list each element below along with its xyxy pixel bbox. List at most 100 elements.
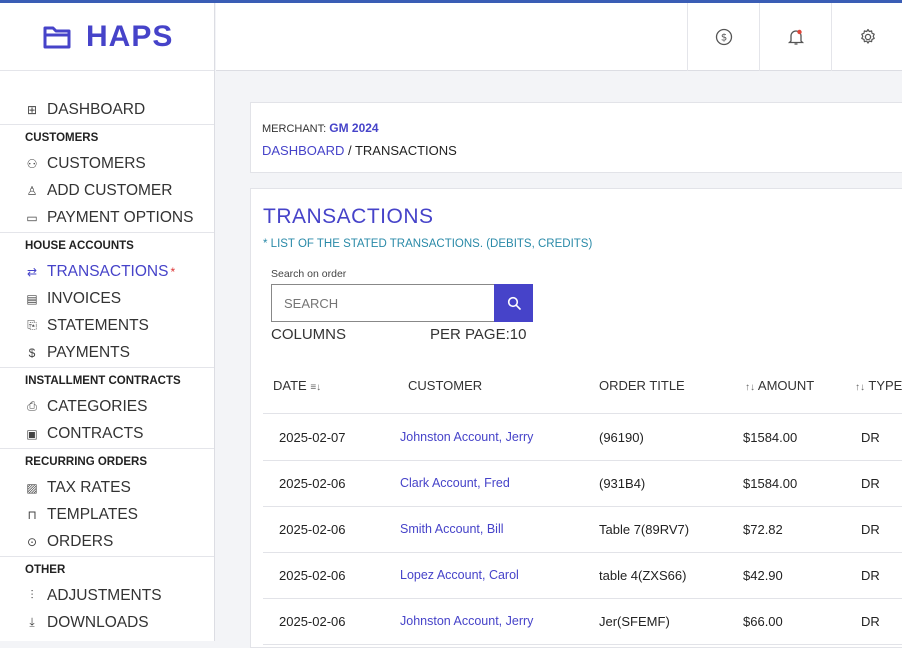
- sidebar-section-recurring-orders: RECURRING ORDERS: [0, 448, 214, 474]
- cell-customer[interactable]: Clark Account, Fred: [400, 476, 510, 490]
- sidebar-item-label: TAX RATES: [47, 478, 131, 496]
- sort-icon: ↑↓: [745, 382, 755, 393]
- tax-icon: ▨: [26, 480, 38, 495]
- gear-icon: [860, 28, 875, 44]
- merchant-card: MERCHANT: GM 2024 DASHBOARD / TRANSACTIO…: [250, 102, 902, 173]
- sidebar-item-templates[interactable]: ⊓ TEMPLATES: [0, 501, 214, 528]
- search-label: Search on order: [271, 268, 347, 280]
- dollar-icon: $: [28, 345, 36, 360]
- sidebar-item-payments[interactable]: $ PAYMENTS: [0, 339, 214, 366]
- notifications-button[interactable]: [759, 3, 831, 71]
- swap-icon: ⇄: [26, 264, 38, 279]
- sidebar-item-label: INVOICES: [47, 289, 122, 307]
- billing-button[interactable]: $: [687, 3, 759, 71]
- printer-icon: ⎙: [27, 399, 37, 413]
- sidebar-menu: ⊞ DASHBOARD CUSTOMERS ⚇ CUSTOMERS ♙ ADD CUSTOM…: [0, 96, 214, 636]
- sidebar-item-invoices[interactable]: ▤ INVOICES: [0, 285, 214, 312]
- sidebar-item-downloads[interactable]: ⤓ DOWNLOADS: [0, 609, 214, 636]
- sidebar-item-categories[interactable]: ⎙ CATEGORIES: [0, 393, 214, 420]
- cell-customer[interactable]: Lopez Account, Carol: [400, 568, 519, 582]
- cell-type: DR: [861, 614, 880, 629]
- bookmark-icon: ⊓: [27, 507, 37, 522]
- breadcrumb: DASHBOARD / TRANSACTIONS: [262, 143, 457, 158]
- search-button[interactable]: [494, 284, 533, 322]
- cell-customer[interactable]: Smith Account, Bill: [400, 522, 504, 536]
- table-row[interactable]: 2025-02-06 Clark Account, Fred (931B4) $158…: [263, 461, 902, 507]
- breadcrumb-current: TRANSACTIONS: [354, 143, 457, 158]
- contract-icon: ▣: [26, 426, 38, 441]
- download-icon: ⤓: [29, 615, 35, 629]
- cell-date: 2025-02-07: [279, 430, 346, 445]
- sidebar-item-label: TEMPLATES: [47, 505, 139, 523]
- add-user-icon: ♙: [26, 183, 38, 198]
- cell-date: 2025-02-06: [279, 614, 346, 629]
- brand-name: HAPS: [86, 19, 174, 53]
- table-row[interactable]: 2025-02-06 Lopez Account, Carol table 4(ZX…: [263, 553, 902, 599]
- column-header-customer: CUSTOMER: [408, 378, 482, 393]
- sidebar-item-transactions[interactable]: ⇄ TRANSACTIONS *: [0, 258, 214, 285]
- table-header: DATE ≡↓ CUSTOMER ORDER TITLE ↑↓ AMOUNT ↑↓ TY…: [263, 361, 902, 414]
- cell-customer[interactable]: Johnston Account, Jerry: [400, 614, 533, 628]
- sidebar-section-installment-contracts: INSTALLMENT CONTRACTS: [0, 367, 214, 393]
- column-header-amount[interactable]: ↑↓ AMOUNT: [745, 378, 814, 393]
- cell-type: DR: [861, 430, 880, 445]
- cell-order: Jer(SFEMF): [599, 614, 670, 629]
- sidebar-item-payment-options[interactable]: ▭ PAYMENT OPTIONS: [0, 204, 214, 231]
- cell-amount: $1584.00: [743, 476, 798, 491]
- sidebar-item-label: PAYMENT OPTIONS: [47, 208, 194, 226]
- table-row[interactable]: 2025-02-06 Smith Account, Bill Table 7(89R…: [263, 507, 902, 553]
- sidebar-item-add-customer[interactable]: ♙ ADD CUSTOMER: [0, 177, 214, 204]
- active-marker: *: [170, 264, 176, 279]
- column-header-date[interactable]: DATE ≡↓: [273, 378, 321, 393]
- sidebar-item-adjustments[interactable]: ⫶ ADJUSTMENTS: [0, 582, 214, 609]
- cell-customer[interactable]: Johnston Account, Jerry: [400, 430, 533, 444]
- cell-order: (96190): [599, 430, 644, 445]
- breadcrumb-dashboard-link[interactable]: DASHBOARD: [262, 143, 344, 158]
- sidebar-item-dashboard[interactable]: ⊞ DASHBOARD: [0, 96, 214, 123]
- column-header-label: TYPE: [868, 378, 902, 393]
- table-row[interactable]: 2025-02-06 Johnston Account, Jerry Jer(SFE…: [263, 599, 902, 645]
- sidebar-item-label: ADD CUSTOMER: [47, 181, 173, 199]
- column-header-label: DATE: [273, 378, 307, 393]
- cell-date: 2025-02-06: [279, 476, 346, 491]
- column-header-label: ORDER TITLE: [599, 378, 685, 393]
- per-page-select[interactable]: PER PAGE:10: [430, 326, 526, 343]
- card-icon: ▭: [26, 210, 38, 225]
- cell-type: DR: [861, 568, 880, 583]
- column-header-type[interactable]: ↑↓ TYPE: [855, 378, 902, 393]
- column-header-order-title: ORDER TITLE: [599, 378, 685, 393]
- cell-amount: $66.00: [743, 614, 783, 629]
- transactions-card: TRANSACTIONS * LIST OF THE STATED TRANSA…: [250, 188, 902, 648]
- folder-icon: [43, 26, 71, 48]
- columns-toggle[interactable]: COLUMNS: [271, 326, 346, 343]
- clipboard-icon: ⎘: [27, 318, 37, 332]
- file-icon: ▤: [26, 291, 38, 306]
- sidebar-item-contracts[interactable]: ▣ CONTRACTS: [0, 420, 214, 447]
- table-row[interactable]: 2025-02-07 Johnston Account, Jerry (96190)…: [263, 415, 902, 461]
- column-header-label: CUSTOMER: [408, 378, 483, 393]
- sidebar-item-orders[interactable]: ⊙ ORDERS: [0, 528, 214, 555]
- search-input[interactable]: [271, 284, 494, 322]
- sidebar-item-tax-rates[interactable]: ▨ TAX RATES: [0, 474, 214, 501]
- sidebar-item-customers[interactable]: ⚇ CUSTOMERS: [0, 150, 214, 177]
- sidebar-item-statements[interactable]: ⎘ STATEMENTS: [0, 312, 214, 339]
- sidebar-item-label: DASHBOARD: [47, 100, 146, 118]
- brand-logo[interactable]: HAPS: [0, 3, 214, 71]
- cell-order: (931B4): [599, 476, 646, 491]
- settings-button[interactable]: [831, 3, 902, 71]
- search-icon: [507, 296, 521, 310]
- sidebar-item-label: CONTRACTS: [47, 424, 144, 442]
- breadcrumb-separator: /: [344, 143, 355, 158]
- page-subtitle: * LIST OF THE STATED TRANSACTIONS. (DEBI…: [263, 238, 593, 250]
- cell-date: 2025-02-06: [279, 522, 346, 537]
- dollar-circle-icon: $: [715, 28, 732, 46]
- sidebar-item-label: CATEGORIES: [47, 397, 148, 415]
- cell-type: DR: [861, 476, 880, 491]
- top-bar: $: [216, 3, 902, 71]
- grid-icon: ⊞: [26, 102, 38, 117]
- column-header-label: AMOUNT: [757, 378, 815, 393]
- sidebar-item-label: CUSTOMERS: [47, 154, 146, 172]
- check-circle-icon: ⊙: [26, 534, 38, 549]
- sidebar-item-label: ADJUSTMENTS: [47, 586, 162, 604]
- cell-order: Table 7(89RV7): [599, 522, 690, 537]
